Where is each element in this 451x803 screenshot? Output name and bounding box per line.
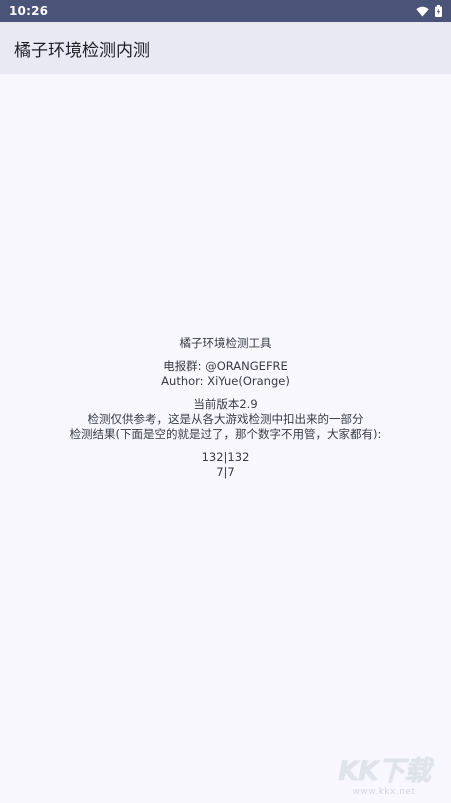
watermark: KK下载 www.kkx.net bbox=[329, 756, 439, 798]
result-count-a: 132|132 bbox=[201, 450, 250, 464]
version-text: 当前版本2.9 bbox=[193, 397, 258, 411]
telegram-group-text: 电报群: @ORANGEFRE bbox=[163, 359, 288, 373]
app-title: 橘子环境检测内测 bbox=[14, 40, 150, 61]
status-time: 10:26 bbox=[9, 4, 49, 18]
watermark-url: www.kkx.net bbox=[352, 787, 416, 797]
author-text: Author: XiYue(Orange) bbox=[161, 374, 290, 388]
result-count-b: 7|7 bbox=[216, 465, 235, 479]
status-icons bbox=[416, 5, 442, 17]
main-content: 橘子环境检测工具 电报群: @ORANGEFRE Author: XiYue(O… bbox=[0, 74, 451, 803]
watermark-logo: KK下载 bbox=[338, 756, 431, 787]
app-bar: 橘子环境检测内测 bbox=[0, 22, 451, 74]
result-note-text: 检测结果(下面是空的就是过了，那个数字不用管，大家都有): bbox=[69, 427, 382, 441]
info-block: 橘子环境检测工具 电报群: @ORANGEFRE Author: XiYue(O… bbox=[0, 336, 451, 480]
tool-name-text: 橘子环境检测工具 bbox=[179, 336, 272, 350]
disclaimer-text: 检测仅供参考，这是从各大游戏检测中扣出来的一部分 bbox=[87, 412, 364, 426]
status-bar: 10:26 bbox=[0, 0, 451, 22]
wifi-icon bbox=[416, 6, 429, 17]
battery-icon bbox=[435, 5, 442, 17]
